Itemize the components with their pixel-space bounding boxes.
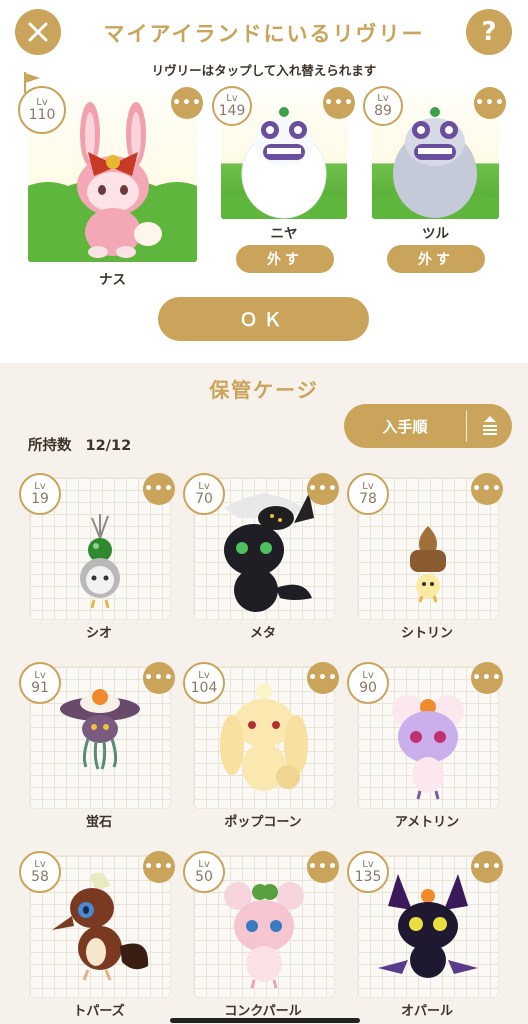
- more-options-button[interactable]: •••: [143, 851, 175, 883]
- level-badge: Lv 90: [347, 662, 389, 704]
- sort-divider: [466, 410, 467, 442]
- home-indicator[interactable]: [170, 1018, 360, 1023]
- pet-name: シオ: [85, 626, 112, 641]
- more-dots-icon: •••: [472, 481, 502, 497]
- more-options-button[interactable]: •••: [307, 473, 339, 505]
- level-badge: Lv 91: [19, 662, 61, 704]
- more-options-button[interactable]: •••: [171, 87, 203, 119]
- storage-title: 保管ケージ: [209, 378, 319, 402]
- party-pet-name: ニヤ: [270, 226, 298, 242]
- sort-button[interactable]: 入手順: [344, 404, 512, 448]
- level-badge: Lv 58: [19, 851, 61, 893]
- more-dots-icon: •••: [475, 95, 505, 111]
- remove-button[interactable]: 外す: [236, 245, 334, 273]
- more-options-button[interactable]: •••: [471, 662, 503, 694]
- help-button[interactable]: ?: [466, 9, 512, 55]
- pet-name: オパール: [400, 1004, 453, 1019]
- level-badge: Lv 104: [183, 662, 225, 704]
- more-dots-icon: •••: [144, 670, 174, 686]
- level-badge: Lv 149: [212, 86, 252, 126]
- more-dots-icon: •••: [308, 670, 338, 686]
- more-options-button[interactable]: •••: [143, 662, 175, 694]
- more-dots-icon: •••: [308, 481, 338, 497]
- more-dots-icon: •••: [308, 859, 338, 875]
- storage-cage-panel: 保管ケージ 入手順 所持数 12/12 Lv 19 ••• シオ Lv 70 •…: [0, 363, 528, 1024]
- sort-order-icon[interactable]: [476, 412, 504, 440]
- owned-count-value: 12/12: [85, 438, 132, 454]
- more-dots-icon: •••: [144, 481, 174, 497]
- ok-button[interactable]: ＯＫ: [158, 297, 369, 341]
- more-dots-icon: •••: [472, 670, 502, 686]
- sort-label: 入手順: [382, 418, 428, 436]
- pet-name: シトリン: [400, 626, 453, 641]
- level-badge: Lv 110: [18, 86, 66, 134]
- more-options-button[interactable]: •••: [143, 473, 175, 505]
- pet-name: トパーズ: [73, 1004, 125, 1019]
- party-pet-name: ナス: [99, 272, 126, 288]
- pet-name: メタ: [249, 626, 276, 641]
- more-options-button[interactable]: •••: [307, 662, 339, 694]
- level-badge: Lv 78: [347, 473, 389, 515]
- help-icon: ?: [481, 17, 497, 47]
- owned-count: 所持数 12/12: [28, 434, 131, 455]
- more-dots-icon: •••: [144, 859, 174, 875]
- more-options-button[interactable]: •••: [307, 851, 339, 883]
- more-dots-icon: •••: [472, 859, 502, 875]
- more-options-button[interactable]: •••: [471, 473, 503, 505]
- pet-name: アメトリン: [394, 815, 460, 830]
- remove-button[interactable]: 外す: [387, 245, 485, 273]
- pet-name: 蛍石: [85, 815, 112, 830]
- level-badge: Lv 19: [19, 473, 61, 515]
- level-badge: Lv 89: [363, 86, 403, 126]
- owned-count-label: 所持数: [28, 438, 72, 454]
- level-badge: Lv 50: [183, 851, 225, 893]
- more-options-button[interactable]: •••: [323, 87, 355, 119]
- level-badge: Lv 70: [183, 473, 225, 515]
- pet-name: コンクパール: [224, 1004, 302, 1019]
- pet-name: ポップコーン: [224, 815, 302, 830]
- party-pet-name: ツル: [422, 226, 449, 242]
- more-dots-icon: •••: [172, 95, 202, 111]
- instruction-text: リヴリーはタップして入れ替えられます: [151, 63, 377, 78]
- more-dots-icon: •••: [324, 95, 354, 111]
- more-options-button[interactable]: •••: [471, 851, 503, 883]
- page-title: マイアイランドにいるリヴリー: [103, 22, 425, 46]
- level-badge: Lv 135: [347, 851, 389, 893]
- island-pets-panel: マイアイランドにいるリヴリー ? リヴリーはタップして入れ替えられます Lv 1…: [0, 0, 528, 363]
- more-options-button[interactable]: •••: [474, 87, 506, 119]
